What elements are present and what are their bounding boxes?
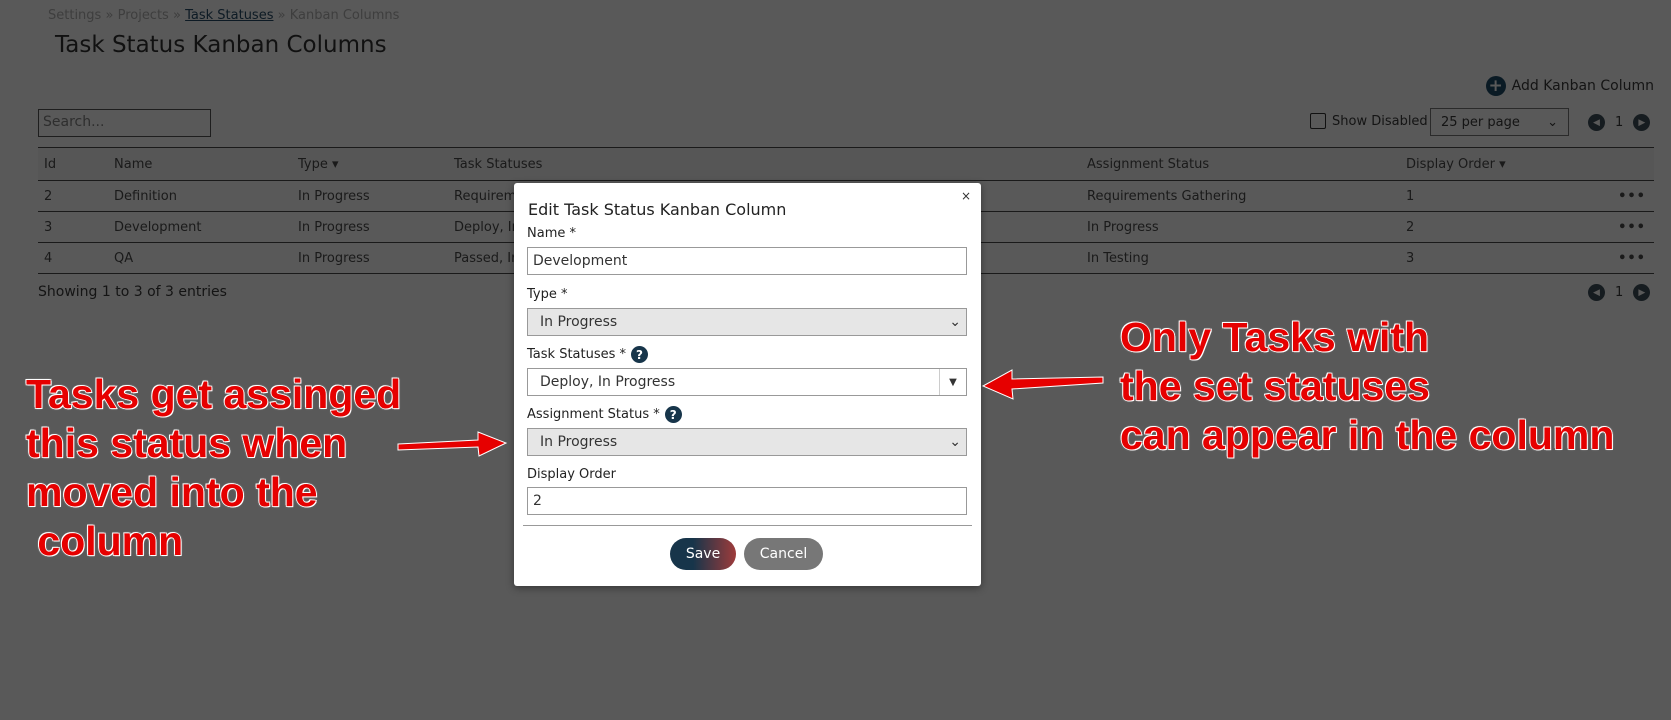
more-icon[interactable]: ••• bbox=[1594, 211, 1654, 243]
showing-entries: Showing 1 to 3 of 3 entries bbox=[38, 284, 227, 300]
assignment-status-label-text: Assignment Status * bbox=[527, 407, 660, 422]
cell-type: In Progress bbox=[292, 180, 448, 212]
cell-display-order: 3 bbox=[1400, 242, 1594, 274]
page-title: Task Status Kanban Columns bbox=[55, 32, 387, 58]
type-value: In Progress bbox=[540, 314, 618, 330]
sep: » bbox=[105, 8, 114, 23]
help-icon[interactable]: ? bbox=[664, 406, 682, 423]
chevron-down-icon: ⌄ bbox=[949, 434, 961, 450]
col-task-statuses[interactable]: Task Statuses bbox=[448, 147, 1081, 181]
close-icon[interactable]: × bbox=[961, 189, 971, 203]
cell-display-order: 1 bbox=[1400, 180, 1594, 212]
task-statuses-label-text: Task Statuses * bbox=[527, 347, 627, 362]
search-input[interactable]: Search... bbox=[38, 109, 211, 137]
next-page-icon[interactable]: ▶ bbox=[1633, 284, 1651, 301]
col-actions bbox=[1594, 147, 1654, 181]
breadcrumb-task-statuses[interactable]: Task Statuses bbox=[185, 8, 273, 23]
cell-id: 3 bbox=[38, 211, 108, 243]
chevron-down-icon: ⌄ bbox=[949, 314, 961, 330]
page-number: 1 bbox=[1615, 115, 1624, 130]
divider bbox=[523, 525, 972, 526]
per-page-select[interactable]: 25 per page ⌄ bbox=[1430, 108, 1569, 136]
modal-title: Edit Task Status Kanban Column bbox=[528, 200, 787, 219]
cell-assignment-status: In Progress bbox=[1081, 211, 1400, 243]
pager-top: ◀ 1 ▶ bbox=[1588, 114, 1651, 131]
assignment-status-value: In Progress bbox=[540, 434, 618, 450]
cell-assignment-status: Requirements Gathering bbox=[1081, 180, 1400, 212]
per-page-value: 25 per page bbox=[1441, 115, 1520, 130]
name-input[interactable]: Development bbox=[527, 247, 967, 275]
display-order-value: 2 bbox=[533, 493, 542, 509]
breadcrumb-current: Kanban Columns bbox=[289, 8, 400, 23]
col-display-order[interactable]: Display Order ▾ bbox=[1400, 147, 1594, 181]
task-statuses-value: Deploy, In Progress bbox=[540, 374, 676, 390]
add-kanban-column-button[interactable]: + Add Kanban Column bbox=[1485, 76, 1654, 96]
col-type[interactable]: Type ▾ bbox=[292, 147, 448, 181]
arrow-right-icon bbox=[981, 369, 1104, 400]
cell-name: Definition bbox=[108, 180, 292, 212]
cell-display-order: 2 bbox=[1400, 211, 1594, 243]
cell-assignment-status: In Testing bbox=[1081, 242, 1400, 274]
show-disabled-checkbox[interactable]: Show Disabled bbox=[1310, 113, 1428, 129]
cancel-button[interactable]: Cancel bbox=[744, 538, 823, 570]
chevron-down-icon: ⌄ bbox=[1547, 115, 1558, 130]
breadcrumb: Settings » Projects » Task Statuses » Ka… bbox=[48, 8, 399, 23]
prev-page-icon[interactable]: ◀ bbox=[1588, 284, 1605, 301]
cell-id: 4 bbox=[38, 242, 108, 274]
cell-type: In Progress bbox=[292, 242, 448, 274]
cell-type: In Progress bbox=[292, 211, 448, 243]
sep: » bbox=[172, 8, 181, 23]
annotation-right: Only Tasks with the set statuses can app… bbox=[1119, 313, 1615, 459]
type-select[interactable]: In Progress ⌄ bbox=[527, 308, 967, 336]
help-icon[interactable]: ? bbox=[631, 346, 649, 363]
arrow-left-icon bbox=[397, 431, 508, 457]
cell-name: Development bbox=[108, 211, 292, 243]
name-label: Name * bbox=[527, 226, 576, 241]
cell-id: 2 bbox=[38, 180, 108, 212]
edit-kanban-column-modal: × Edit Task Status Kanban Column Name * … bbox=[514, 183, 981, 586]
add-label: Add Kanban Column bbox=[1511, 78, 1654, 94]
col-id[interactable]: Id bbox=[38, 147, 108, 181]
page-number: 1 bbox=[1615, 285, 1624, 300]
breadcrumb-settings[interactable]: Settings bbox=[48, 8, 101, 23]
breadcrumb-projects[interactable]: Projects bbox=[118, 8, 169, 23]
save-button[interactable]: Save bbox=[670, 538, 736, 570]
show-disabled-label: Show Disabled bbox=[1332, 113, 1428, 129]
task-statuses-label: Task Statuses *? bbox=[527, 346, 649, 363]
more-icon[interactable]: ••• bbox=[1594, 180, 1654, 212]
sep: » bbox=[277, 8, 286, 23]
prev-page-icon[interactable]: ◀ bbox=[1588, 114, 1605, 131]
display-order-label: Display Order bbox=[527, 467, 616, 482]
checkbox-icon bbox=[1310, 113, 1326, 129]
more-icon[interactable]: ••• bbox=[1594, 242, 1654, 274]
display-order-input[interactable]: 2 bbox=[527, 487, 967, 515]
assignment-status-select[interactable]: In Progress ⌄ bbox=[527, 428, 967, 456]
annotation-left: Tasks get assinged this status when move… bbox=[25, 370, 402, 565]
assignment-status-label: Assignment Status *? bbox=[527, 406, 682, 423]
col-assignment-status[interactable]: Assignment Status bbox=[1081, 147, 1400, 181]
type-label: Type * bbox=[527, 287, 568, 302]
plus-icon: + bbox=[1485, 76, 1506, 96]
next-page-icon[interactable]: ▶ bbox=[1633, 114, 1651, 131]
cell-name: QA bbox=[108, 242, 292, 274]
name-value: Development bbox=[533, 253, 628, 269]
caret-down-icon: ▼ bbox=[939, 369, 966, 395]
col-name[interactable]: Name bbox=[108, 147, 292, 181]
table-header: Id Name Type ▾ Task Statuses Assignment … bbox=[38, 147, 1654, 181]
task-statuses-multiselect[interactable]: Deploy, In Progress ▼ bbox=[527, 368, 967, 396]
pager-bottom: ◀ 1 ▶ bbox=[1588, 284, 1651, 301]
